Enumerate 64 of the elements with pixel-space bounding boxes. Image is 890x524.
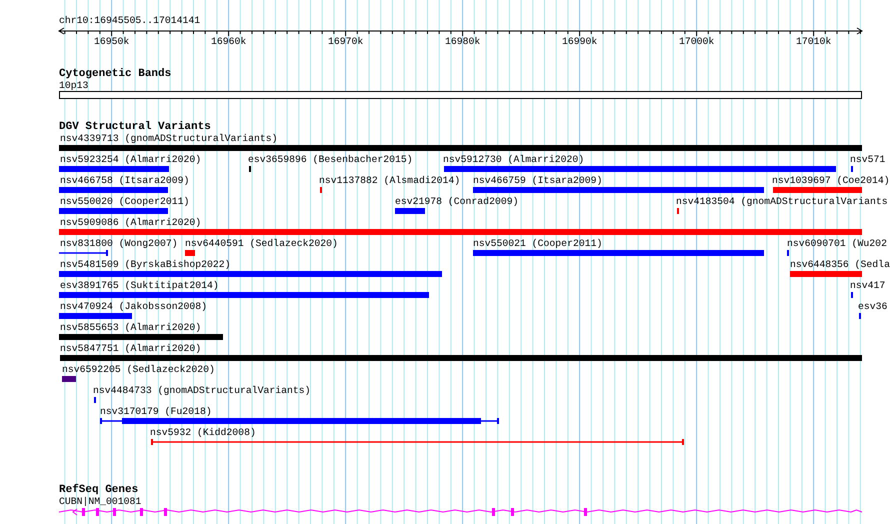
- variant-bar[interactable]: [59, 187, 168, 193]
- track-title: DGV Structural Variants: [59, 121, 211, 133]
- variant-label: esv3891765 (Suktitipat2014): [60, 280, 219, 291]
- variant-line[interactable]: [100, 418, 499, 424]
- location-label: chr10:16945505..17014141: [59, 15, 200, 26]
- variant-bar[interactable]: [59, 208, 168, 214]
- variant-label: nsv6440591 (Sedlazeck2020): [185, 238, 338, 249]
- variant-label: esv21978 (Conrad2009): [395, 196, 518, 207]
- variant-bar[interactable]: [59, 292, 429, 298]
- variant-label: nsv571: [850, 154, 886, 165]
- tick-label: 16950k: [94, 37, 130, 47]
- variant-label: nsv1039697 (Coe2014): [772, 175, 890, 186]
- variant-bar[interactable]: [473, 250, 764, 256]
- variant-bar[interactable]: [790, 271, 862, 277]
- variant-label: esv3659896 (Besenbacher2015): [248, 154, 413, 165]
- gene-label: CUBN|NM_001081: [59, 496, 142, 507]
- tick-label: 16970k: [328, 37, 364, 47]
- variant-bar[interactable]: [395, 208, 425, 214]
- variant-bar[interactable]: [444, 166, 836, 172]
- tick-label: 17010k: [796, 37, 832, 47]
- variant-label: nsv6090701 (Wu202: [787, 238, 887, 249]
- variant-label: nsv4339713 (gnomADStructuralVariants): [60, 133, 278, 144]
- variant-label: nsv417: [850, 280, 886, 291]
- variant-bar[interactable]: [59, 145, 862, 151]
- variant-bar[interactable]: [773, 187, 862, 193]
- variant-label: nsv4484733 (gnomADStructuralVariants): [93, 385, 311, 396]
- variant-label: nsv5847751 (Almarri2020): [60, 343, 202, 354]
- variant-bar[interactable]: [185, 250, 195, 256]
- variant-bar[interactable]: [60, 355, 862, 361]
- variant-label: nsv1137882 (Alsmadi2014): [319, 175, 460, 186]
- variant-label: nsv5481509 (ByrskaBishop2022): [60, 259, 230, 270]
- tick-label: 17000k: [678, 37, 714, 47]
- variant-label: nsv550021 (Cooper2011): [473, 238, 602, 249]
- variant-label: nsv6592205 (Sedlazeck2020): [62, 364, 215, 375]
- variant-label: nsv5923254 (Almarri2020): [60, 154, 202, 165]
- variant-bar[interactable]: [59, 334, 223, 340]
- variant-label: nsv3170179 (Fu2018): [100, 406, 212, 417]
- tick-label: 16980k: [444, 37, 480, 47]
- track-title: Cytogenetic Bands: [59, 68, 172, 80]
- variant-label: nsv5855653 (Almarri2020): [60, 322, 202, 333]
- variant-label: nsv466758 (Itsara2009): [60, 175, 190, 186]
- variant-label: nsv6448356 (Sedla: [790, 259, 890, 270]
- variant-line[interactable]: [151, 439, 684, 445]
- variant-bar[interactable]: [59, 271, 442, 277]
- band-label: 10p13: [59, 80, 88, 91]
- gene-drawing[interactable]: [58, 508, 862, 516]
- variant-label: nsv5912730 (Almarri2020): [443, 154, 584, 165]
- variant-bar[interactable]: [473, 187, 764, 193]
- variant-label: nsv5909086 (Almarri2020): [60, 217, 202, 228]
- variant-bar[interactable]: [59, 166, 169, 172]
- variant-label: nsv466759 (Itsara2009): [473, 175, 602, 186]
- variant-label: nsv470924 (Jakobsson2008): [60, 301, 207, 312]
- variant-bar[interactable]: [59, 313, 132, 319]
- variant-label: nsv831800 (Wong2007): [60, 238, 178, 249]
- variant-bar[interactable]: [59, 229, 862, 235]
- variant-label: nsv5932 (Kidd2008): [150, 427, 256, 438]
- variant-label: nsv4183504 (gnomADStructuralVariants: [676, 196, 888, 207]
- variant-label: esv36: [858, 301, 888, 312]
- tick-label: 16960k: [210, 37, 246, 47]
- track-title: RefSeq Genes: [59, 484, 138, 496]
- variant-label: nsv550020 (Cooper2011): [60, 196, 190, 207]
- tick-label: 16990k: [562, 37, 598, 47]
- variant-bar[interactable]: [62, 376, 76, 382]
- variant-line[interactable]: [59, 250, 108, 256]
